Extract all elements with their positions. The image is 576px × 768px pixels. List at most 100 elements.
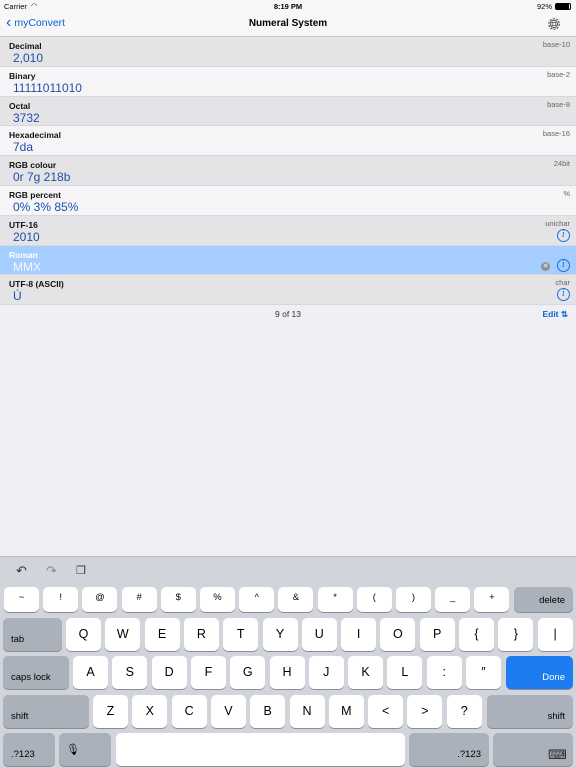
key-left-brace[interactable]: {	[459, 618, 494, 651]
row-roman[interactable]: Roman MMX ✕ i	[0, 245, 576, 276]
key-question[interactable]: ?	[446, 695, 482, 728]
row-value[interactable]: 0r 7g 218b	[13, 170, 70, 184]
row-label: RGB colour	[9, 160, 57, 171]
key-label: .?123	[11, 749, 35, 760]
row-label: UTF-16	[9, 219, 38, 230]
key-percent[interactable]: %	[200, 587, 235, 612]
key-k[interactable]: K	[348, 656, 384, 689]
key-c[interactable]: C	[171, 695, 207, 728]
key-right-paren[interactable]: )	[396, 587, 431, 612]
row-hexadecimal[interactable]: Hexadecimal 7da base-16	[0, 126, 576, 157]
key-underscore[interactable]: _	[435, 587, 471, 612]
key-l[interactable]: L	[387, 656, 423, 689]
numbers-key-right[interactable]: .?123	[409, 733, 489, 766]
row-rgb-percent[interactable]: RGB percent 0% 3% 85% %	[0, 185, 576, 216]
row-utf16[interactable]: UTF-16 2010 unichar i	[0, 215, 576, 246]
key-v[interactable]: V	[210, 695, 246, 728]
key-plus[interactable]: +	[474, 587, 510, 612]
redo-icon[interactable]: ↷	[46, 563, 57, 579]
tab-key[interactable]: tab	[3, 618, 62, 651]
key-w[interactable]: W	[105, 618, 141, 651]
key-at[interactable]: @	[82, 587, 118, 612]
key-asterisk[interactable]: *	[317, 587, 353, 612]
key-o[interactable]: O	[380, 618, 416, 651]
row-unit: base-2	[547, 69, 570, 79]
key-caret[interactable]: ^	[239, 587, 275, 612]
key-a[interactable]: A	[73, 656, 108, 689]
key-m[interactable]: M	[328, 695, 364, 728]
undo-icon[interactable]: ↶	[16, 563, 27, 579]
key-b[interactable]: B	[250, 695, 286, 728]
info-icon[interactable]: i	[557, 228, 570, 242]
row-binary[interactable]: Binary 11111011010 base-2	[0, 66, 576, 97]
row-rgb-colour[interactable]: RGB colour 0r 7g 218b 24bit	[0, 156, 576, 186]
space-bar[interactable]	[116, 733, 405, 766]
key-right-brace[interactable]: }	[498, 618, 534, 651]
key-u[interactable]: U	[301, 618, 337, 651]
key-hash[interactable]: #	[121, 587, 157, 612]
key-label: delete	[539, 595, 565, 606]
key-x[interactable]: X	[132, 695, 168, 728]
keyboard-shortcut-bar: ↶ ↷ ❐	[0, 557, 576, 583]
key-label: %	[213, 592, 222, 603]
key-less-than[interactable]: <	[368, 695, 404, 728]
key-label: caps lock	[11, 672, 51, 683]
shift-key-left[interactable]: shift	[3, 695, 89, 728]
roman-input[interactable]: MMX	[13, 260, 41, 274]
delete-key[interactable]: delete	[514, 587, 573, 612]
row-octal[interactable]: Octal 3732 base-8	[0, 96, 576, 127]
key-label: S	[125, 665, 134, 679]
clear-icon[interactable]: ✕	[541, 261, 550, 271]
key-r[interactable]: R	[183, 618, 219, 651]
numbers-key-left[interactable]: .?123	[3, 733, 55, 766]
key-g[interactable]: G	[230, 656, 266, 689]
key-f[interactable]: F	[190, 656, 226, 689]
key-e[interactable]: E	[144, 618, 180, 651]
row-label: Roman	[9, 249, 38, 260]
info-icon[interactable]: i	[557, 258, 570, 272]
key-label: A	[86, 665, 95, 679]
row-value[interactable]: Ú	[13, 289, 22, 303]
key-n[interactable]: N	[289, 695, 325, 728]
key-t[interactable]: T	[223, 618, 259, 651]
key-z[interactable]: Z	[93, 695, 128, 728]
caps-lock-key[interactable]: caps lock	[3, 656, 69, 689]
key-s[interactable]: S	[112, 656, 148, 689]
key-left-paren[interactable]: (	[356, 587, 392, 612]
key-ampersand[interactable]: &	[278, 587, 314, 612]
key-dollar[interactable]: $	[160, 587, 196, 612]
key-label: Done	[542, 672, 565, 683]
key-label: +	[489, 592, 495, 603]
key-pipe[interactable]: |	[537, 618, 573, 651]
row-value[interactable]: 3732	[13, 111, 40, 125]
key-p[interactable]: P	[419, 618, 455, 651]
key-h[interactable]: H	[269, 656, 305, 689]
key-q[interactable]: Q	[66, 618, 101, 651]
row-value[interactable]: 2010	[13, 230, 40, 244]
key-exclamation[interactable]: !	[43, 587, 79, 612]
row-utf8[interactable]: UTF-8 (ASCII) Ú char i	[0, 275, 576, 306]
done-key[interactable]: Done	[506, 656, 573, 689]
row-decimal[interactable]: Decimal 2,010 base-10	[0, 37, 576, 67]
key-colon[interactable]: :	[426, 656, 462, 689]
key-quote[interactable]: ″	[466, 656, 501, 689]
key-tilde[interactable]: ~	[4, 587, 39, 612]
row-value[interactable]: 7da	[13, 140, 33, 154]
key-i[interactable]: I	[341, 618, 377, 651]
shift-key-right[interactable]: shift	[487, 695, 573, 728]
key-y[interactable]: Y	[262, 618, 298, 651]
info-icon[interactable]: i	[557, 288, 570, 302]
row-value[interactable]: 0% 3% 85%	[13, 200, 78, 214]
key-label: W	[116, 627, 129, 641]
key-greater-than[interactable]: >	[407, 695, 443, 728]
edit-button[interactable]: Edit ⇅	[542, 309, 568, 320]
key-d[interactable]: D	[151, 656, 187, 689]
gear-icon[interactable]	[546, 16, 562, 32]
row-value[interactable]: 2,010	[13, 51, 43, 65]
key-j[interactable]: J	[308, 656, 344, 689]
row-unit: %	[563, 188, 570, 198]
key-label: X	[145, 704, 154, 718]
row-value[interactable]: 11111011010	[13, 81, 82, 95]
key-label: <	[381, 704, 390, 718]
paste-icon[interactable]: ❐	[76, 564, 86, 577]
